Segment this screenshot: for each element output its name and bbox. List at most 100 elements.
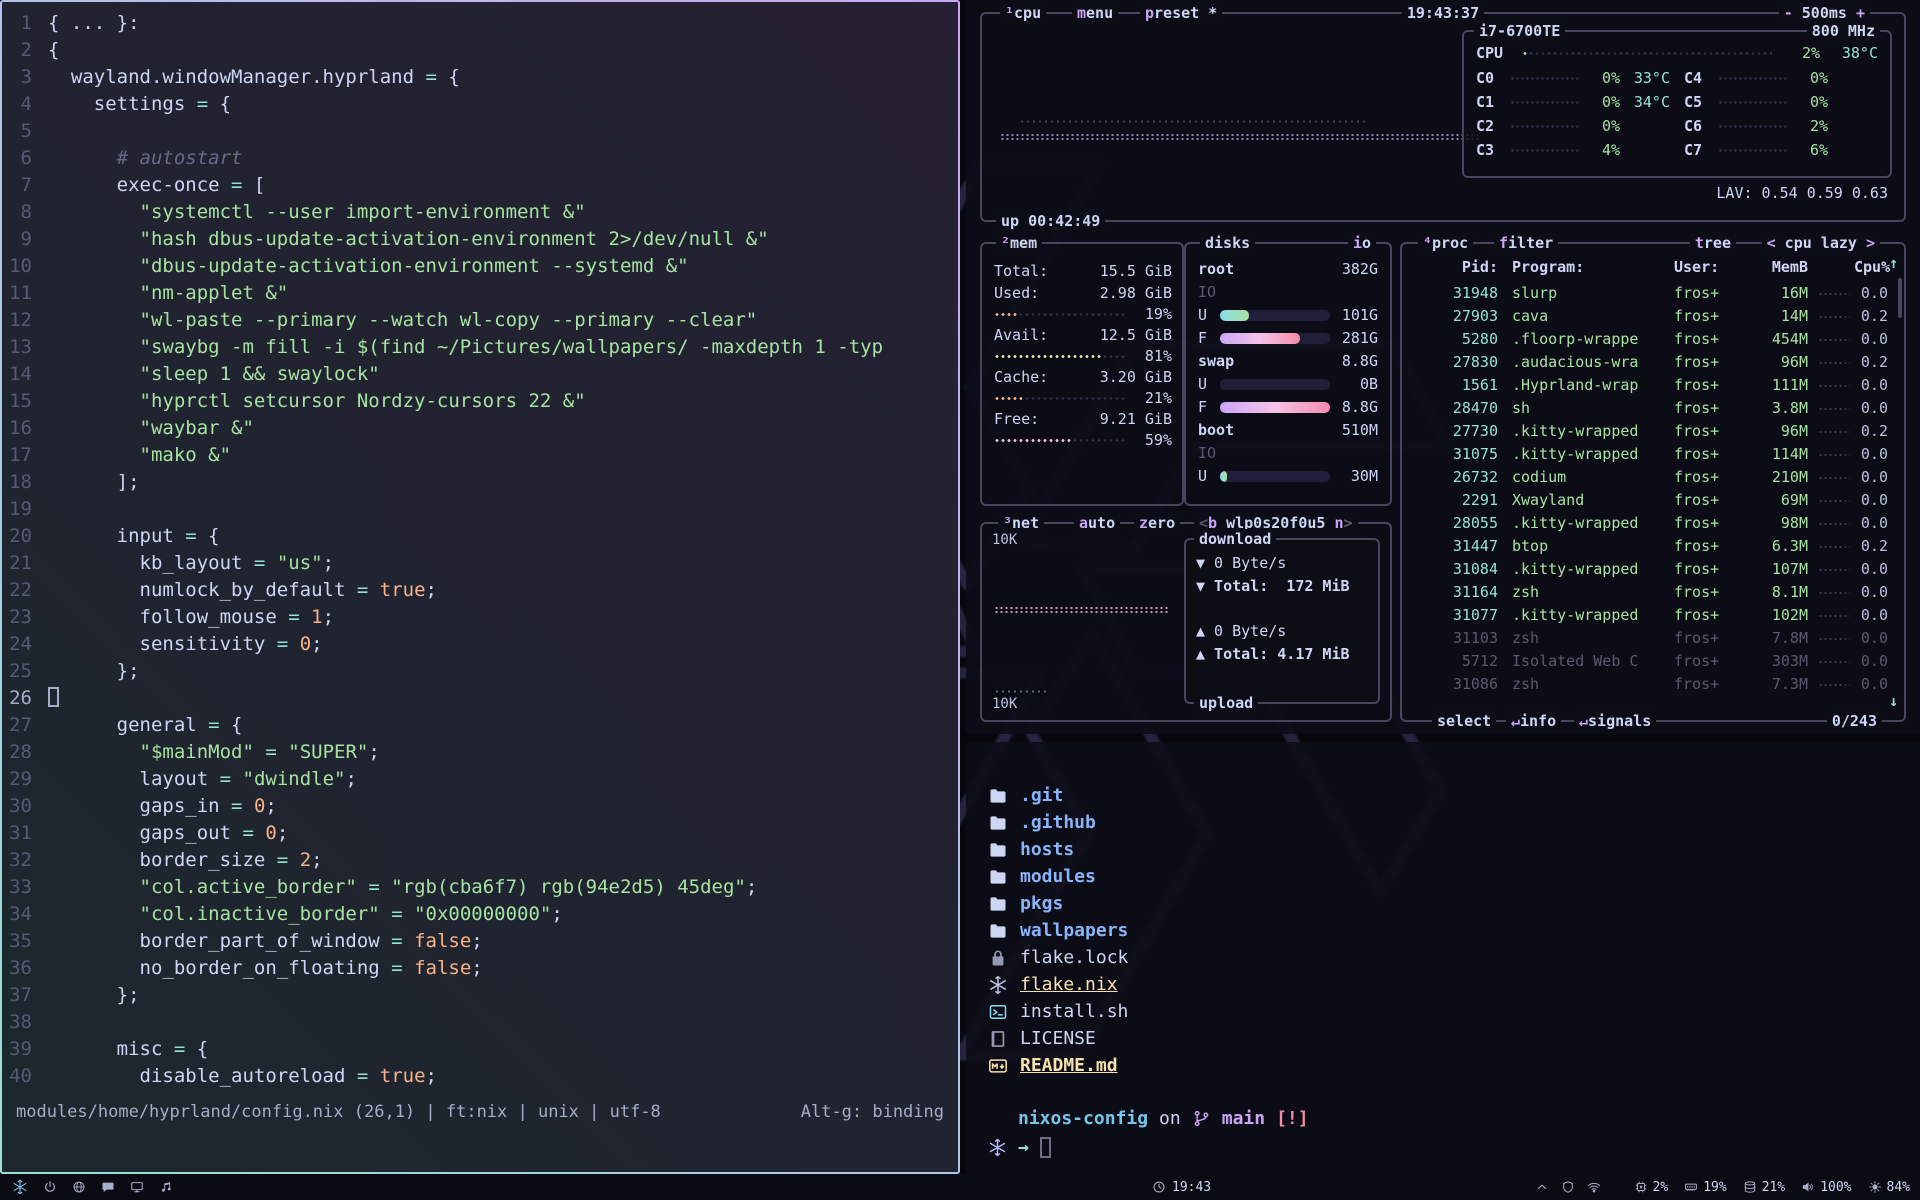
proc-row[interactable]: 28055.kitty-wrappedfros+98M0.0 — [1412, 512, 1888, 535]
proc-row[interactable]: 31948slurpfros+16M0.0 — [1412, 282, 1888, 305]
code-line[interactable]: 17 "mako &" — [2, 442, 958, 469]
scroll-up-arrow[interactable]: ↑ — [1889, 254, 1898, 272]
music-icon[interactable] — [159, 1180, 173, 1194]
code-line[interactable]: 32 border_size = 2; — [2, 847, 958, 874]
prompt-input-line[interactable]: → — [988, 1137, 1051, 1158]
net-auto-button[interactable]: auto — [1074, 513, 1120, 533]
code-line[interactable]: 4 settings = { — [2, 91, 958, 118]
code-line[interactable]: 29 layout = "dwindle"; — [2, 766, 958, 793]
proc-row[interactable]: 31086zshfros+7.3M0.0 — [1412, 673, 1888, 696]
proc-row[interactable]: 5712Isolated Web Cfros+303M0.0 — [1412, 650, 1888, 673]
display-icon[interactable] — [130, 1180, 144, 1194]
code-line[interactable]: 24 sensitivity = 0; — [2, 631, 958, 658]
code-line[interactable]: 27 general = { — [2, 712, 958, 739]
code-line[interactable]: 22 numlock_by_default = true; — [2, 577, 958, 604]
code-line[interactable]: 7 exec-once = [ — [2, 172, 958, 199]
proc-row[interactable]: 31164zshfros+8.1M0.0 — [1412, 581, 1888, 604]
proc-row[interactable]: 31075.kitty-wrappedfros+114M0.0 — [1412, 443, 1888, 466]
code-line[interactable]: 18 ]; — [2, 469, 958, 496]
code-line[interactable]: 36 no_border_on_floating = false; — [2, 955, 958, 982]
preset-button[interactable]: preset * — [1140, 3, 1222, 23]
brightness-module[interactable]: 84% — [1868, 1180, 1910, 1195]
file-item[interactable]: LICENSE — [988, 1025, 1128, 1052]
file-item[interactable]: install.sh — [988, 998, 1128, 1025]
code-line[interactable]: 33 "col.active_border" = "rgb(cba6f7) rg… — [2, 874, 958, 901]
code-line[interactable]: 39 misc = { — [2, 1036, 958, 1063]
code-line[interactable]: 28 "$mainMod" = "SUPER"; — [2, 739, 958, 766]
disk-module[interactable]: 21% — [1743, 1180, 1785, 1195]
chat-icon[interactable] — [101, 1180, 115, 1194]
code-line[interactable]: 3 wayland.windowManager.hyprland = { — [2, 64, 958, 91]
io-toggle[interactable]: io — [1348, 233, 1376, 253]
nix-logo-icon[interactable] — [12, 1179, 28, 1195]
proc-filter-button[interactable]: filter — [1494, 233, 1558, 253]
memory-module[interactable]: 19% — [1684, 1180, 1726, 1195]
file-item[interactable]: hosts — [988, 836, 1128, 863]
code-line[interactable]: 9 "hash dbus-update-activation-environme… — [2, 226, 958, 253]
cpu-module[interactable]: 2% — [1634, 1180, 1669, 1195]
proc-row[interactable]: 31077.kitty-wrappedfros+102M0.0 — [1412, 604, 1888, 627]
proc-row[interactable]: 31447btopfros+6.3M0.2 — [1412, 535, 1888, 558]
proc-row[interactable]: 28470shfros+3.8M0.0 — [1412, 397, 1888, 420]
proc-row[interactable]: 5280.floorp-wrappefros+454M0.0 — [1412, 328, 1888, 351]
code-line[interactable]: 37 }; — [2, 982, 958, 1009]
code-line[interactable]: 13 "swaybg -m fill -i $(find ~/Pictures/… — [2, 334, 958, 361]
code-line[interactable]: 8 "systemctl --user import-environment &… — [2, 199, 958, 226]
update-interval[interactable]: - 500ms + — [1779, 3, 1870, 23]
proc-row[interactable]: 27730.kitty-wrappedfros+96M0.2 — [1412, 420, 1888, 443]
code-area[interactable]: 1{ ... }:2{3 wayland.windowManager.hyprl… — [2, 10, 958, 1090]
menu-button[interactable]: menu — [1072, 3, 1118, 23]
proc-row[interactable]: 27830.audacious-wrafros+96M0.2 — [1412, 351, 1888, 374]
file-item[interactable]: wallpapers — [988, 917, 1128, 944]
code-line[interactable]: 40 disable_autoreload = true; — [2, 1063, 958, 1090]
code-line[interactable]: 30 gaps_in = 0; — [2, 793, 958, 820]
proc-row[interactable]: 1561.Hyprland-wrapfros+111M0.0 — [1412, 374, 1888, 397]
code-line[interactable]: 21 kb_layout = "us"; — [2, 550, 958, 577]
code-line[interactable]: 19 — [2, 496, 958, 523]
code-line[interactable]: 11 "nm-applet &" — [2, 280, 958, 307]
proc-select-button[interactable]: select — [1432, 711, 1496, 731]
code-line[interactable]: 1{ ... }: — [2, 10, 958, 37]
code-line[interactable]: 23 follow_mouse = 1; — [2, 604, 958, 631]
volume-module[interactable]: 100% — [1801, 1180, 1851, 1195]
code-line[interactable]: 6 # autostart — [2, 145, 958, 172]
code-line[interactable]: 12 "wl-paste --primary --watch wl-copy -… — [2, 307, 958, 334]
file-item[interactable]: pkgs — [988, 890, 1128, 917]
proc-row[interactable]: 26732codiumfros+210M0.0 — [1412, 466, 1888, 489]
code-line[interactable]: 5 — [2, 118, 958, 145]
code-line[interactable]: 25 }; — [2, 658, 958, 685]
browser-icon[interactable] — [72, 1180, 86, 1194]
file-item[interactable]: modules — [988, 863, 1128, 890]
code-line[interactable]: 20 input = { — [2, 523, 958, 550]
proc-row[interactable]: 31084.kitty-wrappedfros+107M0.0 — [1412, 558, 1888, 581]
proc-sort-selector[interactable]: < cpu lazy > — [1762, 233, 1880, 253]
file-item[interactable]: .git — [988, 782, 1128, 809]
code-line[interactable]: 2{ — [2, 37, 958, 64]
file-item[interactable]: flake.nix — [988, 971, 1128, 998]
network-icon[interactable] — [1587, 1180, 1601, 1194]
power-icon[interactable] — [43, 1180, 57, 1194]
clock-module[interactable]: 19:43 — [1152, 1174, 1211, 1200]
code-line[interactable]: 38 — [2, 1009, 958, 1036]
proc-tree-button[interactable]: tree — [1690, 233, 1736, 253]
code-line[interactable]: 14 "sleep 1 && swaylock" — [2, 361, 958, 388]
proc-row[interactable]: 27903cavafros+14M0.2 — [1412, 305, 1888, 328]
proc-signals-button[interactable]: ↵signals — [1574, 711, 1656, 731]
code-line[interactable]: 35 border_part_of_window = false; — [2, 928, 958, 955]
proc-row[interactable]: 31103zshfros+7.8M0.0 — [1412, 627, 1888, 650]
shield-icon[interactable] — [1561, 1180, 1575, 1194]
code-line[interactable]: 15 "hyprctl setcursor Nordzy-cursors 22 … — [2, 388, 958, 415]
file-item[interactable]: README.md — [988, 1052, 1128, 1079]
proc-row[interactable]: 2291Xwaylandfros+69M0.0 — [1412, 489, 1888, 512]
proc-info-button[interactable]: ↵info — [1506, 711, 1561, 731]
code-line[interactable]: 31 gaps_out = 0; — [2, 820, 958, 847]
code-line[interactable]: 34 "col.inactive_border" = "0x00000000"; — [2, 901, 958, 928]
chevron-up-icon[interactable] — [1535, 1180, 1549, 1194]
proc-scrollbar[interactable] — [1898, 278, 1902, 318]
net-zero-button[interactable]: zero — [1134, 513, 1180, 533]
code-line[interactable]: 16 "waybar &" — [2, 415, 958, 442]
code-line[interactable]: 10 "dbus-update-activation-environment -… — [2, 253, 958, 280]
file-item[interactable]: .github — [988, 809, 1128, 836]
scroll-down-arrow[interactable]: ↓ — [1889, 692, 1898, 710]
code-line[interactable]: 26 — [2, 685, 958, 712]
